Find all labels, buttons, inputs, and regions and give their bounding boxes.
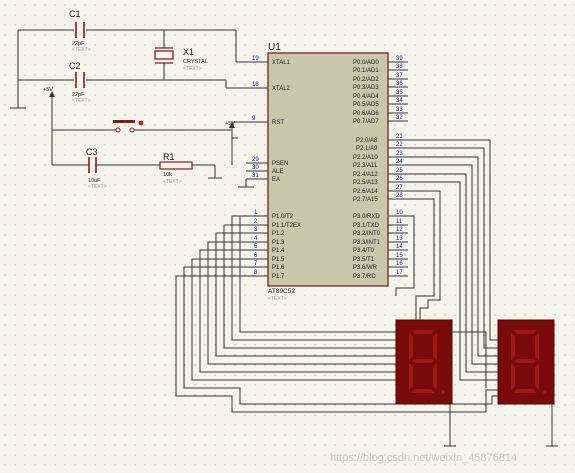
u1-right-pin-num: 23 xyxy=(396,151,403,157)
u1-right-pin-num: 34 xyxy=(396,98,403,104)
c3-text: <TEXT> xyxy=(88,184,107,190)
u1-left-pin-name: XTAL2 xyxy=(272,86,291,92)
u1-right-pin-name: P3.3/INT1 xyxy=(353,240,381,246)
u1-part: AT89C52 xyxy=(268,288,295,295)
u1-left-pin-name: PSEN xyxy=(272,161,288,167)
u1-left-pin-name: P1.2 xyxy=(272,231,285,237)
u1-right-pin-num: 25 xyxy=(396,168,403,174)
u1-right-pin-name: P3.1/TXD xyxy=(353,223,380,229)
x1-text: <TEXT> xyxy=(183,66,202,72)
u1-left-pin-name: ALE xyxy=(272,169,283,175)
c2-ref: C2 xyxy=(69,61,81,71)
power-left-label: +5V xyxy=(43,87,53,93)
u1-left-pin-name: RST xyxy=(272,120,284,126)
u1-right-pin-name: P2.4/A12 xyxy=(353,172,378,178)
u1-right-pin-name: P2.1/A9 xyxy=(356,146,378,152)
seven-segment-display-right xyxy=(497,319,555,405)
u1-right-pin-num: 28 xyxy=(396,193,403,199)
u1-right-pin-num: 27 xyxy=(396,185,403,191)
u1-right-pin-name: P3.7/RD xyxy=(353,274,376,280)
u1-left-pin-num: 18 xyxy=(252,82,259,88)
u1-right-pin-num: 15 xyxy=(396,253,403,259)
u1-left-pin-name: P1.0/T2 xyxy=(272,214,294,220)
u1-right-pin-name: P0.6/AD6 xyxy=(353,111,379,117)
u1-left-pin-name: P1.4 xyxy=(272,248,285,254)
u1-ref: U1 xyxy=(268,42,281,53)
seven-segment-display-left xyxy=(395,319,453,405)
x1-ref: X1 xyxy=(183,47,194,57)
u1-right-pin-name: P2.6/A14 xyxy=(353,189,378,195)
resistor-r1 xyxy=(159,161,193,170)
u1-right-pin-num: 22 xyxy=(396,142,403,148)
u1-right-pin-name: P0.1/AD1 xyxy=(353,68,379,74)
u1-left-pin-name: XTAL1 xyxy=(272,60,291,66)
u1-left-pin-name: P1.6 xyxy=(272,265,285,271)
u1-right-pin-num: 12 xyxy=(396,227,403,233)
u1-right-pin-num: 21 xyxy=(396,134,403,140)
u1-right-pin-name: P0.4/AD4 xyxy=(353,94,379,100)
u1-right-pin-num: 37 xyxy=(396,73,403,79)
u1-right-pin-name: P0.0/AD0 xyxy=(353,60,379,66)
c2-text: <TEXT> xyxy=(72,98,91,104)
u1-right-pin-num: 26 xyxy=(396,176,403,182)
u1-right-pin-num: 36 xyxy=(396,81,403,87)
u1-right-pin-num: 38 xyxy=(396,64,403,70)
u1-right-pin-name: P3.4/T0 xyxy=(353,248,375,254)
u1-left-pin-num: 30 xyxy=(252,165,259,171)
u1-right-pin-name: P2.7/A15 xyxy=(353,197,378,203)
u1-right-pin-name: P2.0/A8 xyxy=(356,138,378,144)
u1-right-pin-name: P3.0/RXD xyxy=(353,214,380,220)
u1-right-pin-name: P3.6/WR xyxy=(353,265,378,271)
u1-right-pin-name: P0.3/AD3 xyxy=(353,85,379,91)
u1-text: <TEXT> xyxy=(268,296,287,302)
u1-right-pin-name: P0.7/AD7 xyxy=(353,119,379,125)
u1-left-pin-num: 19 xyxy=(252,56,259,62)
u1-left-pin-name: EA xyxy=(272,177,280,183)
u1-right-pin-name: P0.2/AD2 xyxy=(353,77,379,83)
u1-right-pin-name: P3.5/T1 xyxy=(353,257,375,263)
u1-left-pin-name: P1.5 xyxy=(272,257,285,263)
power-right-label: +5V xyxy=(225,121,235,127)
u1-right-pin-num: 13 xyxy=(396,236,403,242)
u1-left-pin-num: 31 xyxy=(252,173,259,179)
u1-left-pin-name: P1.3 xyxy=(272,240,285,246)
schematic-canvas: C1 22pF <TEXT> C2 22pF <TEXT> X1 CRYSTAL… xyxy=(0,0,575,473)
u1-right-pin-num: 35 xyxy=(396,90,403,96)
u1-right-pin-num: 33 xyxy=(396,107,403,113)
u1-right-pin-num: 39 xyxy=(396,56,403,62)
u1-right-pin-num: 10 xyxy=(396,210,403,216)
u1-right-pin-name: P2.5/A13 xyxy=(353,180,378,186)
u1-right-pin-num: 11 xyxy=(396,219,403,225)
u1-right-pin-num: 17 xyxy=(396,270,403,276)
u1-left-pin-name: P1.1/T2EX xyxy=(272,223,301,229)
x1-value: CRYSTAL xyxy=(183,59,208,65)
u1-left-pin-name: P1.7 xyxy=(272,274,285,280)
watermark: https://blog.csdn.net/weixin_45876814 xyxy=(330,452,517,464)
c3-ref: C3 xyxy=(86,147,98,157)
u1-right-pin-num: 16 xyxy=(396,261,403,267)
u1-right-pin-name: P2.3/A11 xyxy=(353,163,378,169)
r1-ref: R1 xyxy=(163,152,175,162)
c1-text: <TEXT> xyxy=(72,47,91,53)
u1-right-pin-num: 14 xyxy=(396,244,403,250)
u1-right-pin-num: 24 xyxy=(396,159,403,165)
r1-value: 10k xyxy=(163,172,172,178)
c1-ref: C1 xyxy=(69,9,81,19)
u1-right-pin-name: P3.2/INT0 xyxy=(353,231,381,237)
u1-right-pin-name: P2.2/A10 xyxy=(353,155,378,161)
u1-right-pin-num: 32 xyxy=(396,115,403,121)
r1-text: <TEXT> xyxy=(163,179,182,185)
u1-left-pin-num: 29 xyxy=(252,157,259,163)
u1-right-pin-name: P0.5/AD5 xyxy=(353,102,379,108)
